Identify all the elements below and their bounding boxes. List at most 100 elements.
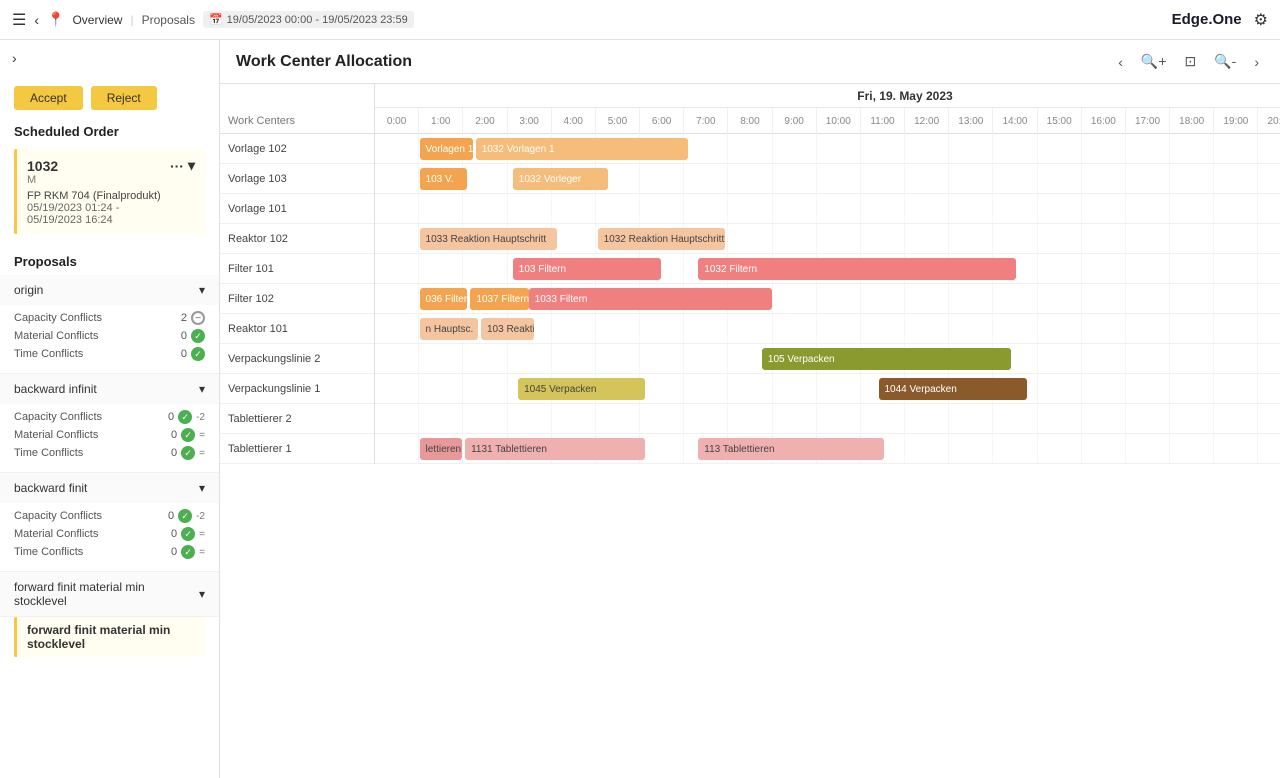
gantt-cell-5-19 <box>1214 284 1258 313</box>
gantt-nav-right[interactable]: › <box>1249 51 1264 73</box>
location-icon[interactable]: 📍 <box>47 11 64 28</box>
gantt-cell-7-19 <box>1214 344 1258 373</box>
proposal-chevron-2: ▾ <box>199 481 205 495</box>
gantt-cell-10-20 <box>1258 434 1280 463</box>
gantt-cell-8-1 <box>419 374 463 403</box>
proposal-content-0: Capacity Conflicts2 −Material Conflicts0… <box>0 305 219 373</box>
gantt-row-0: Vorlagen 11032 Vorlagen 1 <box>375 134 1280 164</box>
gantt-labels: Work Centers Vorlage 102Vorlage 103Vorla… <box>220 84 375 464</box>
gantt-bar-12[interactable]: 103 Reaktion H. <box>481 318 534 340</box>
gantt-bar-7[interactable]: 1032 Filtern <box>698 258 1016 280</box>
gantt-cell-9-17 <box>1126 404 1170 433</box>
gantt-cell-8-2 <box>463 374 507 403</box>
gantt-cell-6-17 <box>1126 314 1170 343</box>
gantt-label-row-10: Tablettierer 1 <box>220 434 374 464</box>
conflict-count-2-0: 0 ✓-2 <box>168 509 205 523</box>
conflict-label-2-2: Time Conflicts <box>14 546 171 558</box>
proposal-name-3: forward finit material min stocklevel <box>14 580 199 608</box>
gantt-cell-2-17 <box>1126 194 1170 223</box>
proposal-name-1: backward infinit <box>14 382 97 396</box>
gantt-cell-10-6 <box>640 434 684 463</box>
accept-button[interactable]: Accept <box>14 86 83 110</box>
gantt-time-header: Fri, 19. May 2023 0:001:002:003:004:005:… <box>375 84 1280 134</box>
gantt-hour-6:00: 6:00 <box>640 108 684 134</box>
proposal-header-2[interactable]: backward finit▾ <box>0 473 219 503</box>
nav-proposals[interactable]: Proposals <box>142 13 195 27</box>
gantt-hour-14:00: 14:00 <box>993 108 1037 134</box>
proposal-group-1: backward infinit▾Capacity Conflicts0 ✓-2… <box>0 374 219 473</box>
proposal-header-3[interactable]: forward finit material min stocklevel▾ <box>0 572 219 616</box>
gantt-cell-9-20 <box>1258 404 1280 433</box>
gantt-cell-4-15 <box>1038 254 1082 283</box>
conflict-count-0-1: 0 ✓ <box>181 329 205 343</box>
conflict-row-2-2: Time Conflicts0 ✓= <box>14 545 205 559</box>
gantt-label-row-2: Vorlage 101 <box>220 194 374 224</box>
gantt-bar-5[interactable]: 1032 Reaktion Hauptschritt <box>598 228 725 250</box>
gantt-cell-3-15 <box>1038 224 1082 253</box>
order-product: FP RKM 704 (Finalprodukt) <box>27 190 195 202</box>
order-expand-icon[interactable]: ▾ <box>188 157 195 174</box>
conflict-row-0-1: Material Conflicts0 ✓ <box>14 329 205 343</box>
gantt-cell-2-11 <box>861 194 905 223</box>
gantt-bar-4[interactable]: 1033 Reaktion Hauptschritt <box>420 228 558 250</box>
order-date-end: 05/19/2023 16:24 <box>27 214 195 226</box>
gantt-bar-15[interactable]: 1044 Verpacken <box>879 378 1027 400</box>
gantt-bar-18[interactable]: 113 Tablettieren <box>698 438 884 460</box>
gantt-row-1: 103 V. 1032 Vorleger <box>375 164 1280 194</box>
gantt-cell-6-19 <box>1214 314 1258 343</box>
gantt-bar-1[interactable]: 1032 Vorlagen 1 <box>476 138 688 160</box>
gantt-cell-4-16 <box>1082 254 1126 283</box>
gantt-rows: Vorlagen 11032 Vorlagen 1 103 V. 1032 Vorl… <box>375 134 1280 464</box>
nav-back-icon[interactable]: ‹ <box>34 12 39 28</box>
menu-icon[interactable]: ☰ <box>12 10 26 30</box>
order-more-icon[interactable]: ··· <box>170 158 184 174</box>
forward-title: forward finit material min stocklevel <box>27 623 195 651</box>
gantt-cell-1-16 <box>1082 164 1126 193</box>
gantt-date-row: Fri, 19. May 2023 <box>375 84 1280 108</box>
gantt-bar-17[interactable]: 1131 Tablettieren <box>465 438 645 460</box>
gantt-cell-5-16 <box>1082 284 1126 313</box>
gantt-cell-6-0 <box>375 314 419 343</box>
gantt-bar-11[interactable]: n Hauptsc. <box>420 318 478 340</box>
gantt-bar-2[interactable]: 103 V. <box>420 168 468 190</box>
proposal-header-0[interactable]: origin▾ <box>0 275 219 305</box>
conflict-count-1-1: 0 ✓= <box>171 428 205 442</box>
panel-toggle[interactable]: › <box>0 40 219 76</box>
gantt-hour-10:00: 10:00 <box>817 108 861 134</box>
gantt-cell-4-17 <box>1126 254 1170 283</box>
gantt-bar-16[interactable]: lettieren <box>420 438 462 460</box>
proposal-chevron-3: ▾ <box>199 587 205 601</box>
gantt-cell-8-15 <box>1038 374 1082 403</box>
gantt-cell-0-19 <box>1214 134 1258 163</box>
gantt-bar-9[interactable]: 1037 Filtern <box>470 288 528 310</box>
gantt-fit[interactable]: ⊡ <box>1180 50 1202 73</box>
gantt-zoom-in[interactable]: 🔍+ <box>1136 50 1172 73</box>
gantt-nav-left[interactable]: ‹ <box>1113 51 1128 73</box>
proposal-group-3: forward finit material min stocklevel▾ <box>0 572 219 617</box>
gantt-bar-14[interactable]: 1045 Verpacken <box>518 378 645 400</box>
settings-icon[interactable]: ⚙ <box>1254 10 1268 30</box>
nav-overview[interactable]: Overview <box>72 13 122 27</box>
reject-button[interactable]: Reject <box>91 86 157 110</box>
gantt-bar-8[interactable]: 036 Filtern <box>420 288 468 310</box>
gantt-title: Work Center Allocation <box>236 53 412 71</box>
gantt-cell-6-7 <box>684 314 728 343</box>
gantt-zoom-out[interactable]: 🔍- <box>1209 50 1241 73</box>
gantt-bar-13[interactable]: 105 Verpacken <box>762 348 1011 370</box>
gantt-cell-5-10 <box>817 284 861 313</box>
gantt-cell-0-17 <box>1126 134 1170 163</box>
order-section: Accept Reject Scheduled Order 1032 ··· ▾… <box>0 76 219 244</box>
gantt-bar-0[interactable]: Vorlagen 1 <box>420 138 473 160</box>
conflict-label-2-0: Capacity Conflicts <box>14 510 168 522</box>
gantt-cell-1-6 <box>640 164 684 193</box>
gantt-bar-3[interactable]: 1032 Vorleger <box>513 168 608 190</box>
proposal-chevron-1: ▾ <box>199 382 205 396</box>
gantt-bar-6[interactable]: 103 Filtern <box>513 258 661 280</box>
topbar: ☰ ‹ 📍 Overview | Proposals 📅 19/05/2023 … <box>0 0 1280 40</box>
gantt-cell-2-19 <box>1214 194 1258 223</box>
gantt-cell-2-12 <box>905 194 949 223</box>
gantt-bar-10[interactable]: 1033 Filtern <box>529 288 773 310</box>
proposal-header-1[interactable]: backward infinit ▾ <box>0 374 219 404</box>
gantt-cell-7-17 <box>1126 344 1170 373</box>
gantt-cell-6-18 <box>1170 314 1214 343</box>
